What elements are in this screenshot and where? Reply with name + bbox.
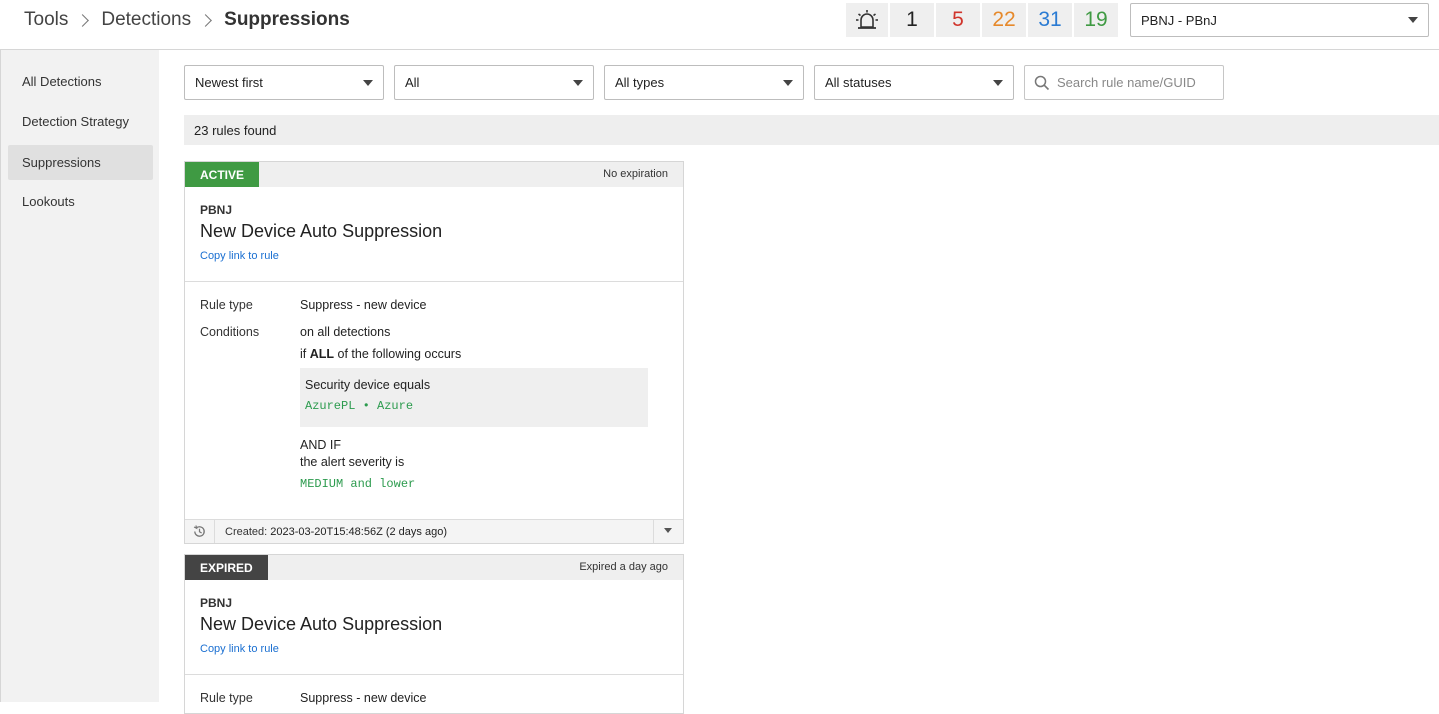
status-badge: EXPIRED xyxy=(185,555,268,580)
count-info[interactable]: 19 xyxy=(1074,3,1118,37)
conditions-if-keyword: ALL xyxy=(309,347,335,361)
count-medium[interactable]: 22 xyxy=(982,3,1026,37)
card-title-area: PBNJ New Device Auto Suppression Copy li… xyxy=(185,187,683,282)
caret-down-icon xyxy=(993,79,1003,86)
count-critical[interactable]: 1 xyxy=(890,3,934,37)
sidebar-item-all-detections[interactable]: All Detections xyxy=(8,64,153,99)
sidebar: All Detections Detection Strategy Suppre… xyxy=(0,50,159,702)
condition-title: Security device equals xyxy=(305,378,431,392)
card-org: PBNJ xyxy=(200,596,233,610)
conditions-if: if ALL of the following occurs xyxy=(300,347,461,361)
severity-text: the alert severity is xyxy=(300,455,405,469)
and-if-label: AND IF xyxy=(300,438,341,452)
rule-type-value: Suppress - new device xyxy=(300,298,427,312)
sort-select-value: Newest first xyxy=(195,75,263,90)
conditions-scope: on all detections xyxy=(300,325,391,339)
results-count: 23 rules found xyxy=(194,122,277,138)
card-name: New Device Auto Suppression xyxy=(200,221,443,241)
copy-link-button[interactable]: Copy link to rule xyxy=(200,643,279,655)
sort-select[interactable]: Newest first xyxy=(184,65,384,100)
rule-card: EXPIRED Expired a day ago PBNJ New Devic… xyxy=(184,554,684,714)
breadcrumb: Tools Detections Suppressions xyxy=(24,9,350,31)
card-header: ACTIVE No expiration xyxy=(185,162,683,187)
sidebar-item-detection-strategy[interactable]: Detection Strategy xyxy=(8,104,153,139)
card-header: EXPIRED Expired a day ago xyxy=(185,555,683,580)
sidebar-item-label: Lookouts xyxy=(22,194,75,209)
caret-down-icon xyxy=(363,79,373,86)
account-select[interactable]: PBNJ - PBnJ xyxy=(1130,3,1429,37)
search-icon xyxy=(1034,75,1050,91)
sidebar-item-lookouts[interactable]: Lookouts xyxy=(8,184,153,219)
alert-counts: 1 5 22 31 19 xyxy=(846,3,1120,37)
count-low[interactable]: 31 xyxy=(1028,3,1072,37)
sidebar-item-label: All Detections xyxy=(22,74,102,89)
breadcrumb-detections[interactable]: Detections xyxy=(101,9,191,31)
alarm-icon[interactable] xyxy=(846,3,888,37)
conditions-label: Conditions xyxy=(200,325,260,339)
rule-type-value: Suppress - new device xyxy=(300,691,427,705)
copy-link-button[interactable]: Copy link to rule xyxy=(200,250,279,262)
sidebar-item-label: Detection Strategy xyxy=(22,114,129,129)
status-select-value: All statuses xyxy=(825,75,892,90)
expand-button[interactable] xyxy=(653,520,683,543)
caret-down-icon xyxy=(783,79,793,86)
top-bar: Tools Detections Suppressions 1 5 22 31 … xyxy=(0,0,1439,50)
rule-type-label: Rule type xyxy=(200,691,253,705)
card-footer: Created: 2023-03-20T15:48:56Z (2 days ag… xyxy=(185,519,683,543)
sidebar-item-label: Suppressions xyxy=(22,155,101,170)
severity-value: MEDIUM and lower xyxy=(300,477,416,491)
card-org: PBNJ xyxy=(200,203,233,217)
search-placeholder: Search rule name/GUID xyxy=(1057,75,1196,90)
status-badge: ACTIVE xyxy=(185,162,260,187)
account-select-value: PBNJ - PBnJ xyxy=(1141,12,1217,28)
history-icon[interactable] xyxy=(185,520,215,543)
count-high[interactable]: 5 xyxy=(936,3,980,37)
type-select[interactable]: All types xyxy=(604,65,804,100)
type-select-value: All types xyxy=(615,75,665,90)
results-summary: 23 rules found xyxy=(184,115,1439,145)
card-title-area: PBNJ New Device Auto Suppression Copy li… xyxy=(185,580,683,675)
rule-type-label: Rule type xyxy=(200,298,253,312)
scope-select[interactable]: All xyxy=(394,65,594,100)
chevron-right-icon xyxy=(199,13,213,27)
sidebar-item-suppressions[interactable]: Suppressions xyxy=(8,145,153,180)
status-select[interactable]: All statuses xyxy=(814,65,1014,100)
caret-down-icon xyxy=(664,528,672,533)
expiry-text: No expiration xyxy=(603,168,668,180)
scope-select-value: All xyxy=(405,75,420,90)
created-text: Created: 2023-03-20T15:48:56Z (2 days ag… xyxy=(225,526,447,538)
caret-down-icon xyxy=(1408,17,1418,23)
created-label: Created: xyxy=(225,526,268,538)
created-value: 2023-03-20T15:48:56Z (2 days ago) xyxy=(270,526,447,538)
chevron-right-icon xyxy=(76,13,90,27)
card-name: New Device Auto Suppression xyxy=(200,614,443,634)
condition-box: Security device equals AzurePL • Azure xyxy=(300,368,648,427)
conditions-if-suffix: of the following occurs xyxy=(334,347,462,361)
caret-down-icon xyxy=(573,79,583,86)
breadcrumb-tools[interactable]: Tools xyxy=(24,9,68,31)
expiry-text: Expired a day ago xyxy=(579,561,668,573)
conditions-if-prefix: if xyxy=(300,347,310,361)
rule-card: ACTIVE No expiration PBNJ New Device Aut… xyxy=(184,161,684,544)
breadcrumb-suppressions: Suppressions xyxy=(224,9,350,30)
condition-value: AzurePL • Azure xyxy=(305,399,414,413)
search-input[interactable]: Search rule name/GUID xyxy=(1024,65,1224,100)
